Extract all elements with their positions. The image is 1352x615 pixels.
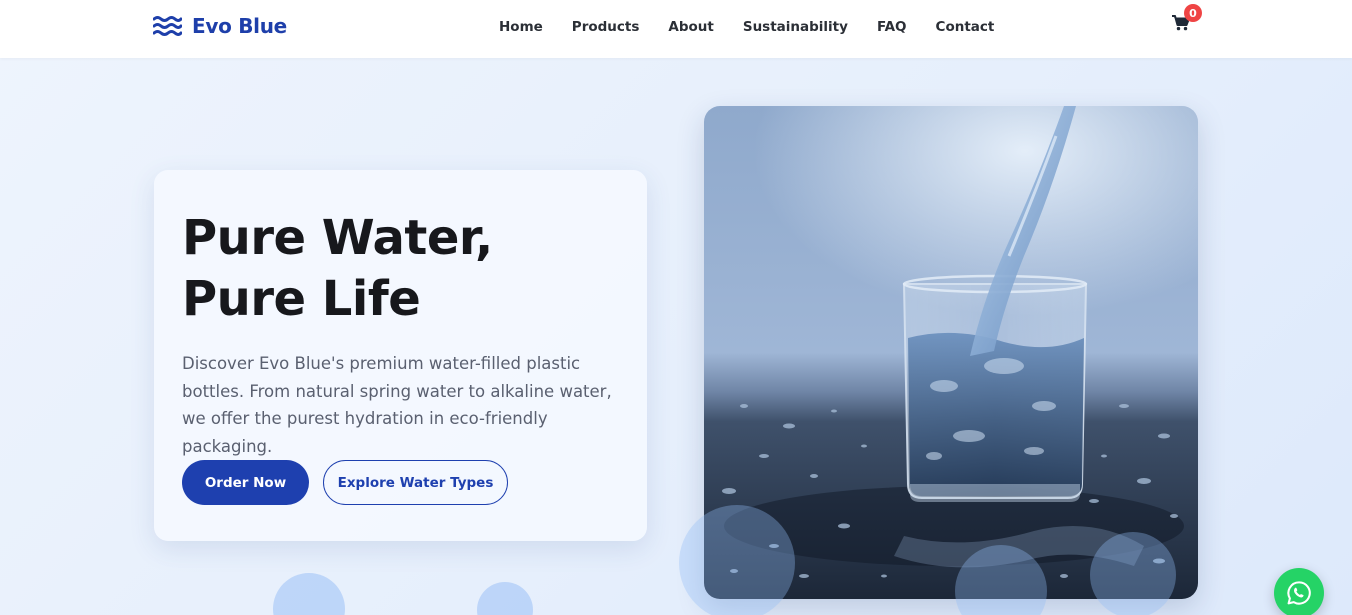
hero-description: Discover Evo Blue's premium water-filled…: [182, 354, 612, 456]
water-waves-icon: [153, 16, 182, 36]
explore-water-types-button[interactable]: Explore Water Types: [323, 460, 508, 505]
cart-count-badge: 0: [1184, 4, 1202, 22]
decorative-bubble: [1090, 532, 1176, 615]
whatsapp-chat-button[interactable]: [1274, 568, 1324, 615]
navbar: Evo Blue Home Products About Sustainabil…: [0, 0, 1352, 58]
brand-name: Evo Blue: [192, 14, 287, 38]
order-now-button[interactable]: Order Now: [182, 460, 309, 505]
nav-link-home[interactable]: Home: [499, 19, 543, 35]
nav-link-contact[interactable]: Contact: [936, 19, 995, 35]
nav-link-products[interactable]: Products: [572, 19, 640, 35]
decorative-bubble: [477, 582, 533, 615]
whatsapp-icon: [1287, 581, 1311, 605]
nav-link-about[interactable]: About: [668, 19, 713, 35]
hero-title: Pure Water, Pure Life: [182, 210, 493, 327]
nav-link-faq[interactable]: FAQ: [877, 19, 907, 35]
decorative-bubble: [273, 573, 345, 615]
decorative-bubble: [679, 505, 795, 615]
cart-button[interactable]: 0: [1172, 4, 1202, 35]
nav-link-sustainability[interactable]: Sustainability: [743, 19, 848, 35]
hero-card: Pure Water, Pure Life Discover Evo Blue'…: [154, 170, 647, 541]
main-nav: Home Products About Sustainability FAQ C…: [499, 18, 1023, 36]
brand-logo[interactable]: Evo Blue: [153, 14, 287, 38]
